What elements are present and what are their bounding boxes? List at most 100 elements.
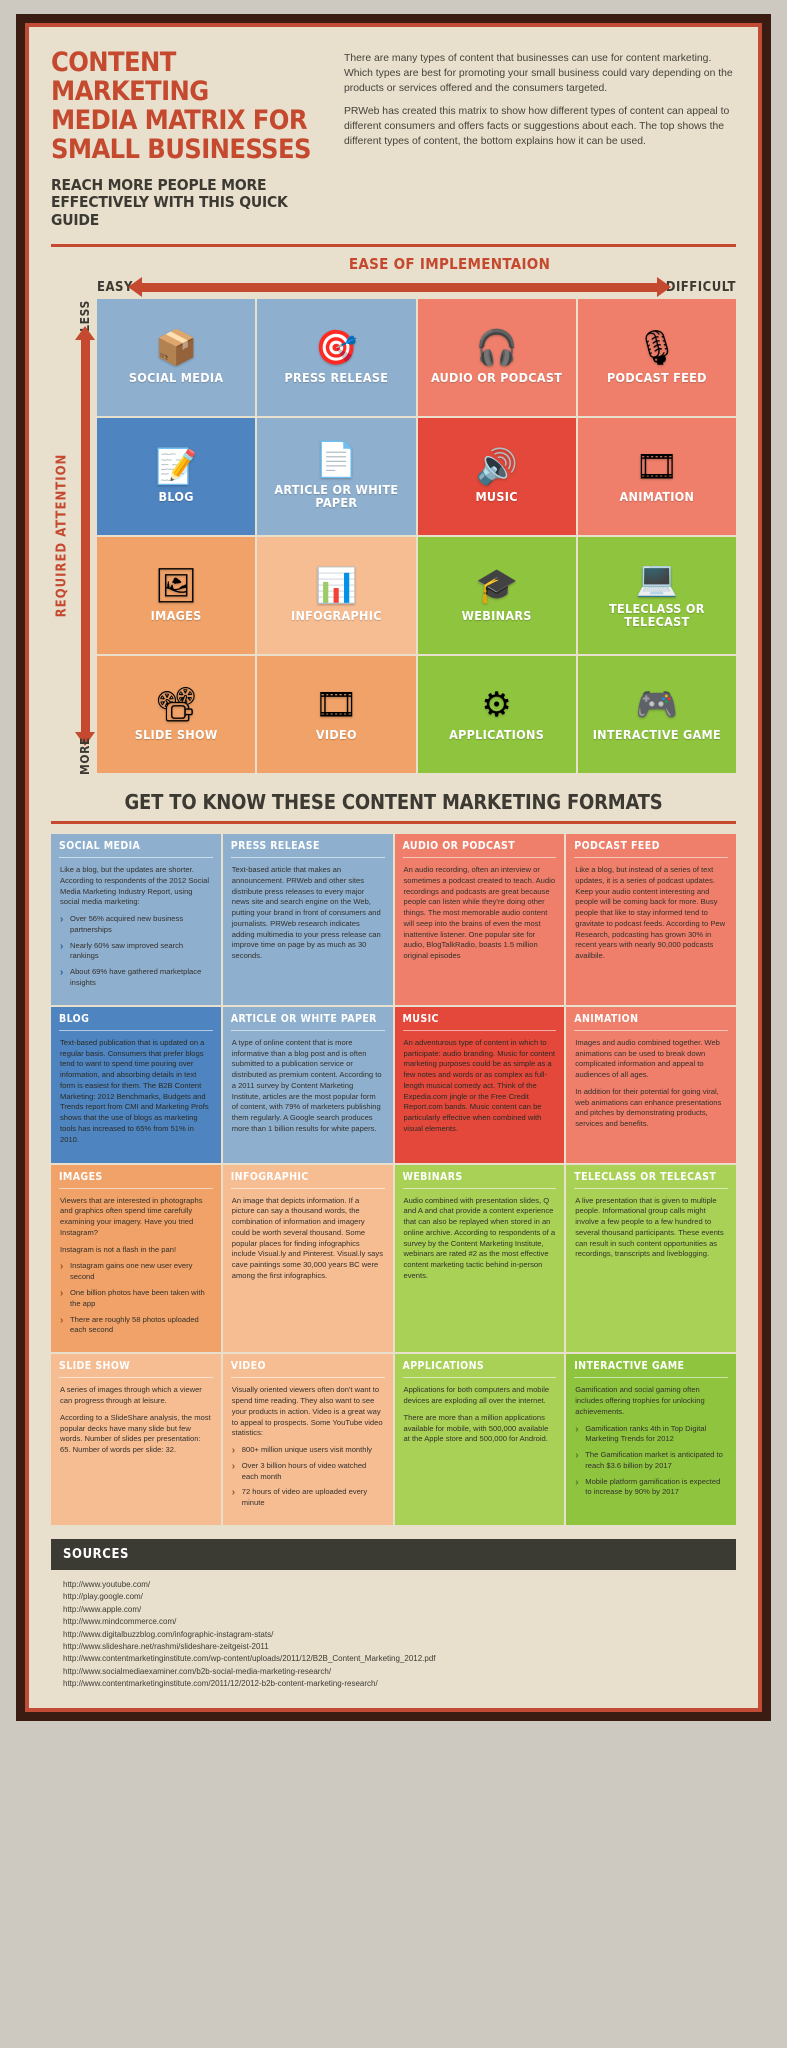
matrix-cell-label: ANIMATION <box>619 488 695 504</box>
source-url[interactable]: http://www.contentmarketinginstitute.com… <box>63 1678 724 1690</box>
source-url[interactable]: http://www.contentmarketinginstitute.com… <box>63 1653 724 1665</box>
format-card-bullet-list: 800+ million unique users visit monthly O… <box>232 1444 384 1509</box>
format-card-bullet-list: Instagram gains one new user every secon… <box>60 1260 212 1336</box>
matrix-cell-teleclass-or-telecast: 💻 TELECLASS OR TELECAST <box>577 536 736 654</box>
matrix-cell-label: VIDEO <box>315 726 357 742</box>
source-url[interactable]: http://www.socialmediaexaminer.com/b2b-s… <box>63 1666 724 1678</box>
format-card-title: BLOG <box>59 1007 213 1031</box>
x-axis: EASY DIFFICULT <box>97 277 736 299</box>
format-card-body: Images and audio combined together. Web … <box>566 1031 736 1147</box>
format-card-audio-or-podcast: AUDIO OR PODCAST An audio recording, ofte… <box>394 833 565 1005</box>
format-card-bullet: One billion photos have been taken with … <box>60 1287 212 1310</box>
matrix-cell-slide-show: 📽 SLIDE SHOW <box>97 655 256 773</box>
format-card-body: Like a blog, but instead of a series of … <box>566 858 736 979</box>
format-card-press-release: PRESS RELEASE Text-based article that mak… <box>222 833 393 1005</box>
format-card-images: IMAGES Viewers that are interested in pho… <box>51 1164 221 1353</box>
format-card-title: MUSIC <box>402 1007 557 1031</box>
matrix-cell-interactive-game: 🎮 INTERACTIVE GAME <box>577 655 736 773</box>
format-card-body: Like a blog, but the updates are shorter… <box>51 858 221 1005</box>
format-card-music: MUSIC An adventurous type of content in w… <box>394 1006 565 1163</box>
format-card-bullet: Over 3 billion hours of video watched ea… <box>232 1460 384 1483</box>
format-card-body: An image that depicts information. If a … <box>223 1189 393 1299</box>
format-card-paragraph: Gamification and social gaming often inc… <box>575 1385 705 1416</box>
matrix-cell-label: INTERACTIVE GAME <box>592 726 722 742</box>
y-axis-arrow-icon <box>74 325 95 746</box>
matrix-cell-label: TELECLASS OR TELECAST <box>609 600 705 630</box>
format-card-title: PRESS RELEASE <box>230 834 385 858</box>
format-card-applications: APPLICATIONS Applications for both comput… <box>394 1354 565 1525</box>
format-card-paragraph: Viewers that are interested in photograp… <box>60 1195 203 1237</box>
format-card-title: PODCAST FEED <box>574 834 728 858</box>
format-card-paragraph: There are more than a million applicatio… <box>403 1412 549 1444</box>
format-card-paragraph: Audio combined with presentation slides,… <box>403 1195 556 1281</box>
matrix-body: REQUIRED ATTENTION LESS MORE 📦 SOCIAL MED… <box>51 298 736 775</box>
format-card-title: IMAGES <box>59 1165 213 1189</box>
monitor-icon: 💻 <box>635 559 679 598</box>
x-axis-title: EASE OF IMPLEMENTAION <box>348 254 551 273</box>
matrix-cell-podcast-feed: 🎙 PODCAST FEED <box>577 298 736 416</box>
source-url[interactable]: http://play.google.com/ <box>63 1591 724 1603</box>
intro-paragraph-1: There are many types of content that bus… <box>344 53 733 94</box>
matrix-cell-label: INFOGRAPHIC <box>290 607 382 623</box>
matrix-section: EASE OF IMPLEMENTAION EASY DIFFICULT REQ… <box>29 254 758 775</box>
source-url[interactable]: http://www.youtube.com/ <box>63 1579 724 1591</box>
format-card-title: ANIMATION <box>574 1007 728 1031</box>
format-card-bullet: Over 56% acquired new business partnersh… <box>60 913 212 936</box>
page-title: CONTENT MARKETING MEDIA MATRIX FOR SMALL… <box>51 48 326 165</box>
source-url[interactable]: http://www.mindcommerce.com/ <box>63 1616 724 1628</box>
article-quill-icon: 📄 <box>315 440 358 479</box>
format-card-bullet-list: Gamification ranks 4th in Top Digital Ma… <box>575 1423 727 1499</box>
infographic-inner-frame: CONTENT MARKETING MEDIA MATRIX FOR SMALL… <box>25 23 762 1713</box>
matrix-cell-audio-or-podcast: 🎧 AUDIO OR PODCAST <box>417 298 576 416</box>
format-card-body: Visually oriented viewers often don't wa… <box>223 1378 393 1525</box>
format-card-body: An adventurous type of content in which … <box>395 1031 565 1152</box>
format-card-paragraph: An image that depicts information. If a … <box>231 1195 384 1281</box>
format-card-bullet: About 69% have gathered marketplace insi… <box>60 966 212 989</box>
matrix-cell-label: IMAGES <box>150 607 202 623</box>
format-card-paragraph: An audio recording, often an interview o… <box>403 864 556 961</box>
gamepad-icon: 🎮 <box>635 685 679 724</box>
source-url[interactable]: http://www.digitalbuzzblog.com/infograph… <box>63 1629 724 1641</box>
source-url[interactable]: http://www.slideshare.net/rashmi/slidesh… <box>63 1641 724 1653</box>
format-card-paragraph: Text-based publication that is updated o… <box>60 1037 209 1144</box>
format-card-video: VIDEO Visually oriented viewers often don… <box>222 1354 393 1525</box>
press-release-target-icon: 🎯 <box>315 328 358 367</box>
x-axis-label-difficult: DIFFICULT <box>665 280 736 296</box>
format-card-paragraph: Images and audio combined together. Web … <box>575 1037 720 1080</box>
format-card-bullet: 72 hours of video are uploaded every min… <box>232 1486 384 1509</box>
infographic-page: CONTENT MARKETING MEDIA MATRIX FOR SMALL… <box>29 27 758 1709</box>
source-url[interactable]: http://www.apple.com/ <box>63 1604 724 1616</box>
format-card-infographic: INFOGRAPHIC An image that depicts informa… <box>222 1164 393 1353</box>
matrix-cell-label: PRESS RELEASE <box>284 369 389 385</box>
format-card-title: ARTICLE OR WHITE PAPER <box>230 1007 385 1031</box>
format-card-body: Viewers that are interested in photograp… <box>51 1189 221 1353</box>
format-card-body: A series of images through which a viewe… <box>51 1378 221 1473</box>
matrix-cell-label: APPLICATIONS <box>449 726 545 742</box>
matrix-cell-label: WEBINARS <box>461 607 532 623</box>
format-card-animation: ANIMATION Images and audio combined toget… <box>566 1006 736 1163</box>
format-card-teleclass-or-telecast: TELECLASS OR TELECAST A live presentation… <box>566 1164 736 1353</box>
matrix-cell-video: 🎞 VIDEO <box>257 655 416 773</box>
format-card-title: SLIDE SHOW <box>59 1354 213 1379</box>
format-card-paragraph: Instagram is not a flash in the pan! <box>60 1244 177 1254</box>
speaker-icon: 🔊 <box>475 447 518 486</box>
format-card-paragraph: Like a blog, but the updates are shorter… <box>60 864 210 907</box>
matrix-cell-label: SLIDE SHOW <box>134 726 218 742</box>
title-line-3: SMALL BUSINESSES <box>51 133 311 165</box>
format-card-paragraph: Applications for both computers and mobi… <box>403 1385 550 1405</box>
format-card-slide-show: SLIDE SHOW A series of images through whi… <box>51 1354 221 1525</box>
matrix-cell-blog: 📝 BLOG <box>97 417 256 535</box>
matrix-cell-press-release: 🎯 PRESS RELEASE <box>257 298 416 416</box>
title-line-2: MEDIA MATRIX FOR <box>51 104 308 136</box>
matrix-cell-music: 🔊 MUSIC <box>417 417 576 535</box>
matrix-grid: 📦 SOCIAL MEDIA 🎯 PRESS RELEASE 🎧 AUDIO OR POD… <box>97 298 736 773</box>
infographic-outer-frame: CONTENT MARKETING MEDIA MATRIX FOR SMALL… <box>16 14 771 1722</box>
format-card-body: Text-based article that makes an announc… <box>223 858 393 979</box>
social-media-box-icon: 📦 <box>154 328 198 367</box>
format-card-bullet: The Gamification market is anticipated t… <box>575 1449 727 1472</box>
format-card-body: Audio combined with presentation slides,… <box>395 1189 565 1299</box>
page-subtitle: REACH MORE PEOPLE MORE EFFECTIVELY WITH … <box>51 176 326 230</box>
film-reel-icon: 🎞 <box>314 685 358 724</box>
matrix-cell-images: 🖼 IMAGES <box>97 536 256 654</box>
format-card-social-media: SOCIAL MEDIA Like a blog, but the updates… <box>51 833 221 1005</box>
